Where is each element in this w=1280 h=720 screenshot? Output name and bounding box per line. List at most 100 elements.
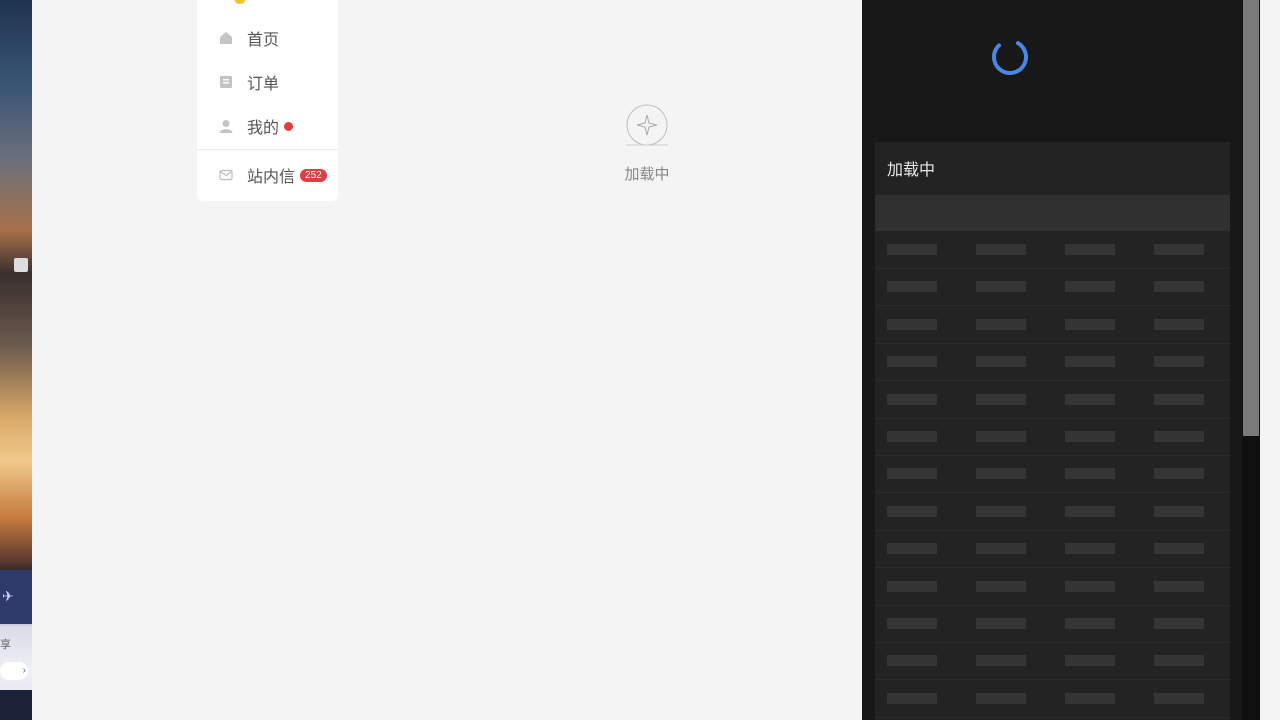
skeleton-cell — [1065, 393, 1115, 405]
skeleton-cell — [1065, 580, 1115, 592]
skeleton-cell — [1065, 318, 1115, 330]
main-content: 首页 订单 我的 站内信 252 加载中 — [32, 0, 862, 720]
skeleton-cell — [887, 655, 937, 667]
skeleton-cell — [1065, 356, 1115, 368]
skeleton-cell — [976, 618, 1026, 629]
skeleton-cell — [887, 393, 937, 405]
skeleton-cell — [1154, 543, 1204, 555]
notification-dot — [284, 121, 294, 131]
skeleton-row — [875, 418, 1230, 456]
skeleton-cell — [1154, 431, 1204, 442]
main-loading-indicator: 加载中 — [618, 104, 676, 184]
skeleton-cell — [1154, 356, 1204, 368]
skeleton-cell — [1065, 244, 1115, 255]
skeleton-row — [875, 680, 1230, 718]
skeleton-cell — [887, 580, 937, 592]
skeleton-cell — [887, 618, 937, 629]
loading-card: 加载中 — [875, 142, 1230, 720]
scrollbar-thumb[interactable] — [1243, 0, 1259, 436]
skeleton-cell — [1065, 692, 1115, 704]
skeleton-cell — [1154, 393, 1204, 405]
skeleton-cell — [887, 431, 937, 442]
skeleton-cell — [976, 281, 1026, 293]
desktop-taskbar — [0, 690, 32, 720]
skeleton-row — [875, 605, 1230, 643]
desktop-wallpaper: ✈ 享 › — [0, 0, 32, 720]
skeleton-cell — [887, 505, 937, 517]
table-header — [875, 195, 1230, 231]
skeleton-row — [875, 268, 1230, 307]
mail-icon — [219, 169, 233, 181]
skeleton-cell — [976, 692, 1026, 704]
message-count-badge: 252 — [300, 168, 327, 182]
skeleton-row — [875, 493, 1230, 531]
skeleton-cell — [1154, 318, 1204, 330]
skeleton-cell — [1065, 655, 1115, 667]
skeleton-cell — [1065, 543, 1115, 555]
skeleton-cell — [1154, 692, 1204, 704]
user-icon — [219, 120, 233, 133]
menu-item-label: 首页 — [247, 32, 280, 49]
menu-item-messages[interactable]: 站内信 252 — [219, 163, 327, 187]
skeleton-cell — [976, 431, 1026, 442]
home-icon — [220, 32, 232, 44]
menu-item-orders[interactable]: 订单 — [219, 70, 279, 94]
avatar[interactable] — [234, 0, 246, 4]
skeleton-cell — [976, 655, 1026, 667]
skeleton-cell — [976, 244, 1026, 255]
card-title: 加载中 — [887, 162, 936, 179]
skeleton-cell — [976, 580, 1026, 592]
share-label[interactable]: 享 — [0, 636, 11, 652]
side-panel: 加载中 — [862, 0, 1242, 720]
skeleton-cell — [1065, 431, 1115, 442]
menu-item-label: 站内信 — [247, 169, 296, 186]
skeleton-cell — [1065, 618, 1115, 629]
skeleton-cell — [1154, 244, 1204, 255]
skeleton-row — [875, 381, 1230, 419]
menu-item-label: 订单 — [247, 76, 280, 93]
sparkle-icon — [623, 104, 671, 146]
chevron-right-icon[interactable]: › — [0, 662, 28, 680]
skeleton-cell — [887, 318, 937, 330]
skeleton-row — [875, 530, 1230, 569]
skeleton-row — [875, 642, 1230, 681]
skeleton-cell — [1154, 618, 1204, 629]
skeleton-cell — [887, 692, 937, 704]
skeleton-cell — [976, 356, 1026, 368]
skeleton-cell — [976, 543, 1026, 555]
skeleton-cell — [1065, 505, 1115, 517]
loading-spinner-icon — [992, 39, 1028, 75]
skeleton-cell — [887, 244, 937, 255]
menu-item-label: 我的 — [247, 120, 280, 137]
skeleton-cell — [1065, 468, 1115, 480]
skeleton-cell — [1154, 505, 1204, 517]
menu-divider — [197, 149, 338, 150]
scrollbar[interactable] — [1242, 0, 1260, 720]
skeleton-cell — [887, 468, 937, 480]
skeleton-cell — [976, 505, 1026, 517]
wallpaper-lamp — [14, 258, 28, 272]
skeleton-row — [875, 455, 1230, 494]
skeleton-cell — [1154, 281, 1204, 293]
skeleton-cell — [887, 543, 937, 555]
airplane-icon[interactable]: ✈ — [2, 588, 14, 605]
menu-item-profile[interactable]: 我的 — [219, 114, 294, 138]
menu-item-home[interactable]: 首页 — [219, 26, 279, 50]
right-margin — [1260, 0, 1280, 720]
skeleton-cell — [887, 281, 937, 293]
skeleton-cell — [887, 356, 937, 368]
skeleton-cell — [976, 468, 1026, 480]
skeleton-cell — [976, 393, 1026, 405]
skeleton-row — [875, 343, 1230, 382]
order-icon — [220, 76, 232, 88]
skeleton-cell — [1154, 655, 1204, 667]
skeleton-row — [875, 568, 1230, 606]
skeleton-cell — [1065, 281, 1115, 293]
skeleton-cell — [1154, 468, 1204, 480]
dropdown-menu: 首页 订单 我的 站内信 252 — [197, 0, 338, 201]
skeleton-cell — [976, 318, 1026, 330]
loading-label: 加载中 — [624, 166, 670, 183]
skeleton-cell — [1154, 580, 1204, 592]
skeleton-row — [875, 306, 1230, 344]
skeleton-row — [875, 231, 1230, 269]
